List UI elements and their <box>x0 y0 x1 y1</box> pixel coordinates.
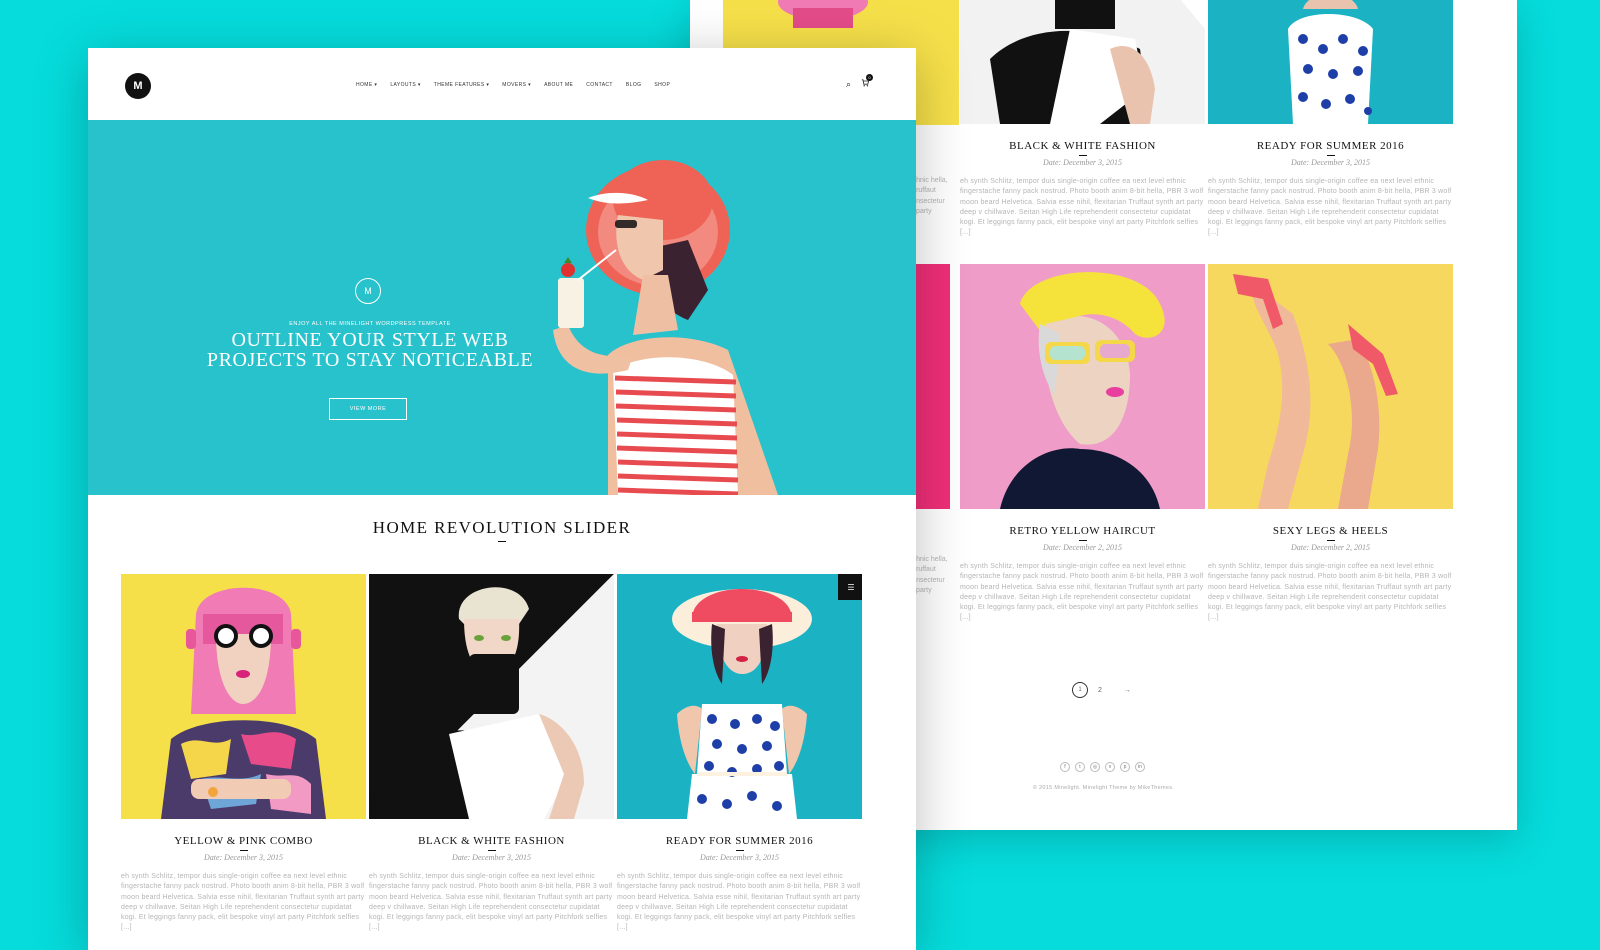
hero-title-line: PROJECTS TO STAY NOTICEABLE <box>206 349 534 371</box>
hero-photo <box>553 160 778 495</box>
site-header: M HOME ▾ LAYOUTS ▾ THEME FEATURES ▾ MOVE… <box>88 48 916 120</box>
post-thumbnail[interactable] <box>960 0 1205 124</box>
post-excerpt: eh synth Schlitz, tempor duis single-ori… <box>960 563 1204 622</box>
cart-count-badge: 0 <box>866 74 874 81</box>
view-more-button[interactable]: VIEW MORE <box>329 398 407 420</box>
nav-item-about-me[interactable]: ABOUT ME <box>544 82 573 88</box>
hero-emblem-icon: M <box>355 278 381 304</box>
grid-toggle-button[interactable]: ☰ <box>838 574 862 600</box>
post-thumbnail[interactable] <box>369 574 614 819</box>
post-date: Date: December 3, 2015 <box>1290 158 1371 167</box>
page-2-link[interactable]: 2 <box>1098 687 1102 694</box>
section-divider <box>498 541 506 542</box>
header-icons: ⌕ 0 <box>846 74 874 90</box>
post-date: Date: December 3, 2015 <box>1042 158 1123 167</box>
post-excerpt: eh synth Schlitz, tempor duis single-ori… <box>121 873 365 932</box>
post-excerpt: eh synth Schlitz, tempor duis single-ori… <box>1208 563 1452 622</box>
instagram-icon[interactable]: ◎ <box>1090 762 1100 772</box>
post-excerpt: eh synth Schlitz, tempor duis single-ori… <box>617 873 861 932</box>
social-links: f t ◎ v p in <box>1060 762 1145 772</box>
hero-kicker: ENJOY ALL THE MINELIGHT WORDPRESS TEMPLA… <box>289 321 451 327</box>
linkedin-icon[interactable]: in <box>1135 762 1145 772</box>
post-title[interactable]: YELLOW & PINK COMBO <box>121 835 366 847</box>
post-title[interactable]: BLACK & WHITE FASHION <box>369 835 614 847</box>
post-thumbnail[interactable] <box>1208 0 1453 124</box>
post-thumbnail[interactable]: ☰ <box>617 574 862 819</box>
hero-title-line: OUTLINE YOUR STYLE WEB <box>231 329 509 351</box>
post-excerpt: eh synth Schlitz, tempor duis single-ori… <box>369 873 613 932</box>
twitter-icon[interactable]: t <box>1075 762 1085 772</box>
nav-item-theme-features[interactable]: THEME FEATURES ▾ <box>434 82 490 88</box>
post-title[interactable]: SEXY LEGS & HEELS <box>1208 525 1453 537</box>
post-title[interactable]: READY FOR SUMMER 2016 <box>617 835 862 847</box>
page-1-link[interactable]: 1 <box>1072 682 1088 698</box>
nav-item-blog[interactable]: BLOG <box>626 82 642 88</box>
pinterest-icon[interactable]: p <box>1120 762 1130 772</box>
section-title: HOME REVOLUTION SLIDER <box>372 518 632 537</box>
post-card[interactable]: READY FOR SUMMER 2016 Date: December 3, … <box>1208 0 1453 239</box>
title-divider <box>735 850 744 851</box>
title-divider <box>1078 540 1087 541</box>
striped-top <box>613 357 739 495</box>
site-logo[interactable]: M <box>125 73 151 99</box>
post-card[interactable]: RETRO YELLOW HAIRCUT Date: December 2, 2… <box>960 264 1205 624</box>
post-title[interactable]: RETRO YELLOW HAIRCUT <box>960 525 1205 537</box>
post-date: Date: December 2, 2015 <box>1290 543 1371 552</box>
post-excerpt: eh synth Schlitz, tempor duis single-ori… <box>1208 178 1452 237</box>
post-date: Date: December 3, 2015 <box>203 853 284 862</box>
nav-item-movers[interactable]: MOVERS ▾ <box>502 82 531 88</box>
vimeo-icon[interactable]: v <box>1105 762 1115 772</box>
main-nav: HOME ▾ LAYOUTS ▾ THEME FEATURES ▾ MOVERS… <box>356 82 670 88</box>
nav-item-contact[interactable]: CONTACT <box>586 82 613 88</box>
next-page-link[interactable]: → <box>1124 687 1131 694</box>
post-card[interactable]: ☰ READY FOR SUMMER 2016 Date: December 3… <box>617 574 862 934</box>
nav-item-shop[interactable]: SHOP <box>654 82 670 88</box>
post-thumbnail[interactable] <box>960 264 1205 509</box>
facebook-icon[interactable]: f <box>1060 762 1070 772</box>
post-card[interactable]: SEXY LEGS & HEELS Date: December 2, 2015… <box>1208 264 1453 624</box>
search-icon[interactable]: ⌕ <box>846 79 851 90</box>
pagination: 1 2 → <box>1072 682 1131 698</box>
post-card[interactable]: YELLOW & PINK COMBO Date: December 3, 20… <box>121 574 366 934</box>
post-thumbnail[interactable] <box>121 574 366 819</box>
post-thumbnail[interactable] <box>1208 264 1453 509</box>
title-divider <box>487 850 496 851</box>
post-excerpt: eh synth Schlitz, tempor duis single-ori… <box>960 178 1204 237</box>
post-date: Date: December 2, 2015 <box>1042 543 1123 552</box>
post-card[interactable]: BLACK & WHITE FASHION Date: December 3, … <box>960 0 1205 239</box>
post-date: Date: December 3, 2015 <box>451 853 532 862</box>
post-title[interactable]: READY FOR SUMMER 2016 <box>1208 140 1453 152</box>
title-divider <box>239 850 248 851</box>
title-divider <box>1326 155 1335 156</box>
cart-icon[interactable]: 0 <box>861 74 874 90</box>
post-date: Date: December 3, 2015 <box>699 853 780 862</box>
front-page-preview: M HOME ▾ LAYOUTS ▾ THEME FEATURES ▾ MOVE… <box>88 48 916 950</box>
hero-title: OUTLINE YOUR STYLE WEB PROJECTS TO STAY … <box>88 330 652 370</box>
nav-item-layouts[interactable]: LAYOUTS ▾ <box>390 82 420 88</box>
post-title[interactable]: BLACK & WHITE FASHION <box>960 140 1205 152</box>
post-card[interactable]: BLACK & WHITE FASHION Date: December 3, … <box>369 574 614 934</box>
title-divider <box>1326 540 1335 541</box>
hero-slider[interactable]: M ENJOY ALL THE MINELIGHT WORDPRESS TEMP… <box>88 120 916 495</box>
nav-item-home[interactable]: HOME ▾ <box>356 82 377 88</box>
title-divider <box>1078 155 1087 156</box>
